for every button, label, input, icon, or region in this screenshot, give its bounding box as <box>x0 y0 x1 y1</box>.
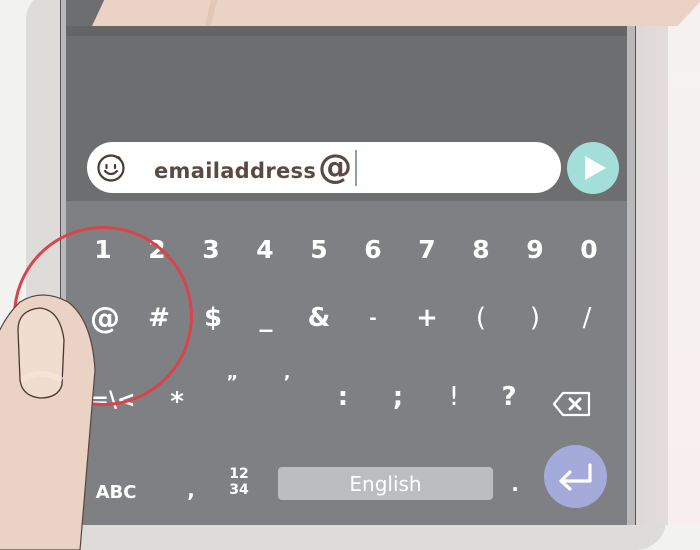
key-9[interactable]: 9 <box>512 227 558 271</box>
key-period[interactable]: . <box>492 462 538 506</box>
key-open-paren[interactable]: ( <box>458 296 504 340</box>
backspace-button[interactable] <box>550 389 594 419</box>
key-close-paren[interactable]: ) <box>512 296 558 340</box>
key-at[interactable]: @ <box>82 296 128 340</box>
play-icon <box>585 156 606 180</box>
key-colon[interactable]: : <box>320 375 366 419</box>
key-double-quote[interactable]: ” <box>209 360 255 404</box>
key-semicolon[interactable]: ; <box>375 375 421 419</box>
key-minus[interactable]: - <box>350 296 396 340</box>
key-underscore[interactable]: _ <box>243 296 289 340</box>
key-6[interactable]: 6 <box>350 227 396 271</box>
key-dollar[interactable]: $ <box>190 296 236 340</box>
key-3[interactable]: 3 <box>188 227 234 271</box>
key-slash[interactable]: / <box>564 296 610 340</box>
key-0[interactable]: 0 <box>566 227 612 271</box>
key-comma[interactable]: , <box>168 468 214 512</box>
key-2[interactable]: 2 <box>134 227 180 271</box>
key-exclamation[interactable]: ! <box>431 375 477 419</box>
hand-shadow <box>66 26 627 36</box>
input-value-text: emailaddress <box>154 159 317 183</box>
enter-button[interactable] <box>544 445 607 508</box>
key-more-symbols[interactable]: =\< <box>88 378 138 422</box>
send-button[interactable] <box>567 142 619 194</box>
enter-icon <box>558 462 592 491</box>
key-7[interactable]: 7 <box>404 227 450 271</box>
input-value-at: @ <box>318 147 353 187</box>
input-value: emailaddress @ <box>154 147 358 187</box>
key-asterisk[interactable]: * <box>154 380 200 424</box>
key-5[interactable]: 5 <box>296 227 342 271</box>
key-ampersand[interactable]: & <box>296 296 342 340</box>
key-abc[interactable]: ABC <box>86 470 146 514</box>
key-1[interactable]: 1 <box>80 227 126 271</box>
key-number-layout[interactable]: 12 34 <box>216 460 262 504</box>
top-hand <box>92 0 700 26</box>
text-caret <box>355 150 358 186</box>
key-question[interactable]: ? <box>486 375 532 419</box>
space-bar[interactable]: English <box>278 467 493 500</box>
smiley-icon <box>97 154 125 182</box>
key-hash[interactable]: # <box>136 296 182 340</box>
key-8[interactable]: 8 <box>458 227 504 271</box>
key-apostrophe[interactable]: ’ <box>264 360 310 404</box>
key-plus[interactable]: + <box>404 296 450 340</box>
backspace-icon <box>552 391 591 417</box>
num-top: 12 <box>229 466 249 482</box>
num-bottom: 34 <box>229 482 249 498</box>
key-4[interactable]: 4 <box>242 227 288 271</box>
emoji-button[interactable] <box>96 153 126 183</box>
